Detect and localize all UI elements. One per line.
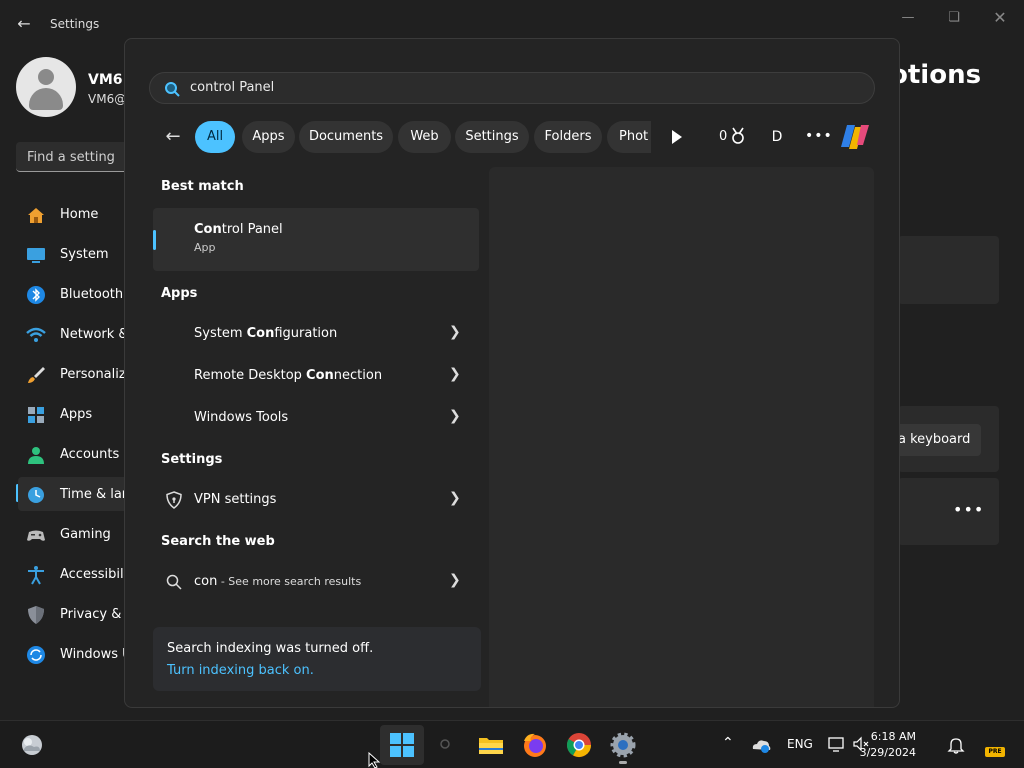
accounts-icon <box>28 447 44 464</box>
back-arrow-icon[interactable]: ← <box>161 125 185 149</box>
best-match-heading: Best match <box>161 179 244 194</box>
filter-web[interactable]: Web <box>398 121 451 153</box>
turn-indexing-on-link[interactable]: Turn indexing back on. <box>167 663 314 678</box>
filter-settings[interactable]: Settings <box>455 121 529 153</box>
running-indicator <box>619 761 627 764</box>
language-indicator[interactable]: ENG <box>787 737 813 751</box>
user-email: VM6@ <box>88 92 127 106</box>
brush-icon <box>28 367 45 383</box>
web-result-see-more[interactable]: con - See more search results ❯ <box>153 564 473 600</box>
sidebar-item-apps[interactable]: Apps <box>18 397 138 431</box>
page-title: otions <box>890 60 982 90</box>
search-query: control Panel <box>190 80 275 95</box>
find-setting-input[interactable]: Find a setting <box>16 142 136 172</box>
best-match-title: Control Panel <box>194 222 283 237</box>
chevron-right-icon[interactable]: ❯ <box>449 366 461 382</box>
avatar[interactable] <box>16 57 76 117</box>
best-match-type: App <box>194 241 216 254</box>
chrome-icon[interactable] <box>563 729 595 761</box>
find-setting-placeholder: Find a setting <box>27 150 115 165</box>
chevron-right-icon[interactable]: ❯ <box>449 572 461 588</box>
gamepad-icon <box>27 530 45 541</box>
best-match-control-panel[interactable]: Control Panel App <box>153 208 479 271</box>
search-input[interactable]: control Panel <box>149 72 875 104</box>
shield-icon <box>28 606 44 624</box>
chevron-right-icon[interactable]: ❯ <box>449 408 461 424</box>
user-name: VM6 <box>88 72 123 88</box>
add-keyboard-button[interactable]: a keyboard <box>888 424 981 456</box>
rewards-medal-icon[interactable] <box>730 127 746 145</box>
maximize-button[interactable]: ❏ <box>934 8 974 28</box>
home-icon <box>28 208 44 223</box>
apps-heading: Apps <box>161 286 198 301</box>
settings-card[interactable] <box>898 236 999 304</box>
windows-start-icon[interactable] <box>386 729 418 761</box>
indexing-message: Search indexing was turned off. <box>167 641 374 656</box>
network-icon[interactable] <box>828 735 846 753</box>
globe-clock-icon <box>28 487 44 503</box>
settings-gear-icon[interactable] <box>607 729 639 761</box>
sidebar-item-accounts[interactable]: Accounts <box>18 437 138 471</box>
show-hidden-icons-chevron-up-icon[interactable]: ⌃ <box>722 735 734 751</box>
notification-bell-icon[interactable] <box>947 736 965 754</box>
sidebar-item-privacy[interactable]: Privacy & s <box>18 597 138 631</box>
sidebar-item-accessibility[interactable]: Accessibili <box>18 557 138 591</box>
more-options-icon[interactable]: ••• <box>805 125 832 149</box>
settings-heading: Settings <box>161 452 223 467</box>
filter-photos[interactable]: Phot <box>607 121 651 153</box>
search-icon[interactable] <box>430 729 462 761</box>
filter-documents[interactable]: Documents <box>299 121 393 153</box>
apps-icon <box>28 407 44 423</box>
chevron-right-icon[interactable]: ❯ <box>449 490 461 506</box>
app-result-remote-desktop[interactable]: Remote Desktop Connection ❯ <box>153 358 473 394</box>
sidebar-item-personalization[interactable]: Personaliz <box>18 357 138 391</box>
search-icon <box>165 82 180 97</box>
indexing-notice: Search indexing was turned off. Turn ind… <box>153 627 481 691</box>
accessibility-icon <box>28 566 44 585</box>
mouse-cursor-icon <box>368 752 381 768</box>
clock-time: 6:18 AM <box>870 730 916 743</box>
filter-folders[interactable]: Folders <box>534 121 602 153</box>
minimize-button[interactable]: — <box>888 8 928 28</box>
selection-indicator <box>153 230 156 250</box>
back-arrow-icon[interactable]: ← <box>14 14 34 34</box>
chevron-right-icon[interactable]: ❯ <box>449 324 461 340</box>
preview-pane <box>489 167 874 707</box>
bluetooth-icon <box>27 286 45 304</box>
copilot-icon[interactable] <box>839 121 871 153</box>
clock-date: 3/29/2024 <box>859 746 916 759</box>
sidebar-item-network[interactable]: Network & <box>18 317 138 351</box>
file-explorer-icon[interactable] <box>475 729 507 761</box>
sidebar-item-bluetooth[interactable]: Bluetooth <box>18 277 138 311</box>
search-icon <box>166 574 182 590</box>
weather-icon[interactable] <box>16 729 48 761</box>
profile-initial[interactable]: D <box>765 125 789 149</box>
system-icon <box>27 248 45 263</box>
taskbar: ⌃ ENG 6:18 AM 3/29/2024 PRE <box>0 720 1024 768</box>
app-result-system-configuration[interactable]: System Configuration ❯ <box>153 316 473 352</box>
sidebar-item-windows-update[interactable]: Windows U <box>18 637 138 671</box>
setting-result-vpn[interactable]: VPN settings ❯ <box>153 482 473 518</box>
sidebar-item-system[interactable]: System <box>18 237 138 271</box>
rewards-points: 0 <box>719 129 728 144</box>
app-result-windows-tools[interactable]: Windows Tools ❯ <box>153 400 473 436</box>
sidebar-item-gaming[interactable]: Gaming <box>18 517 138 551</box>
clock[interactable]: 6:18 AM 3/29/2024 <box>856 729 916 761</box>
pre-release-badge: PRE <box>985 747 1005 757</box>
wifi-icon <box>26 327 46 342</box>
filter-apps[interactable]: Apps <box>242 121 295 153</box>
sidebar-item-home[interactable]: Home <box>18 197 138 231</box>
onedrive-icon[interactable] <box>750 735 772 755</box>
filter-all[interactable]: All <box>195 121 235 153</box>
firefox-icon[interactable] <box>519 729 551 761</box>
start-search-panel: control Panel ← All Apps Documents Web S… <box>124 38 900 708</box>
search-web-heading: Search the web <box>161 534 275 549</box>
shield-icon <box>166 491 182 509</box>
update-icon <box>27 646 45 664</box>
more-options-icon[interactable]: ••• <box>953 500 984 519</box>
window-title: Settings <box>50 17 100 31</box>
sidebar-item-time-language[interactable]: Time & lar <box>18 477 138 511</box>
play-icon[interactable] <box>668 127 686 147</box>
close-button[interactable]: ✕ <box>980 8 1020 28</box>
